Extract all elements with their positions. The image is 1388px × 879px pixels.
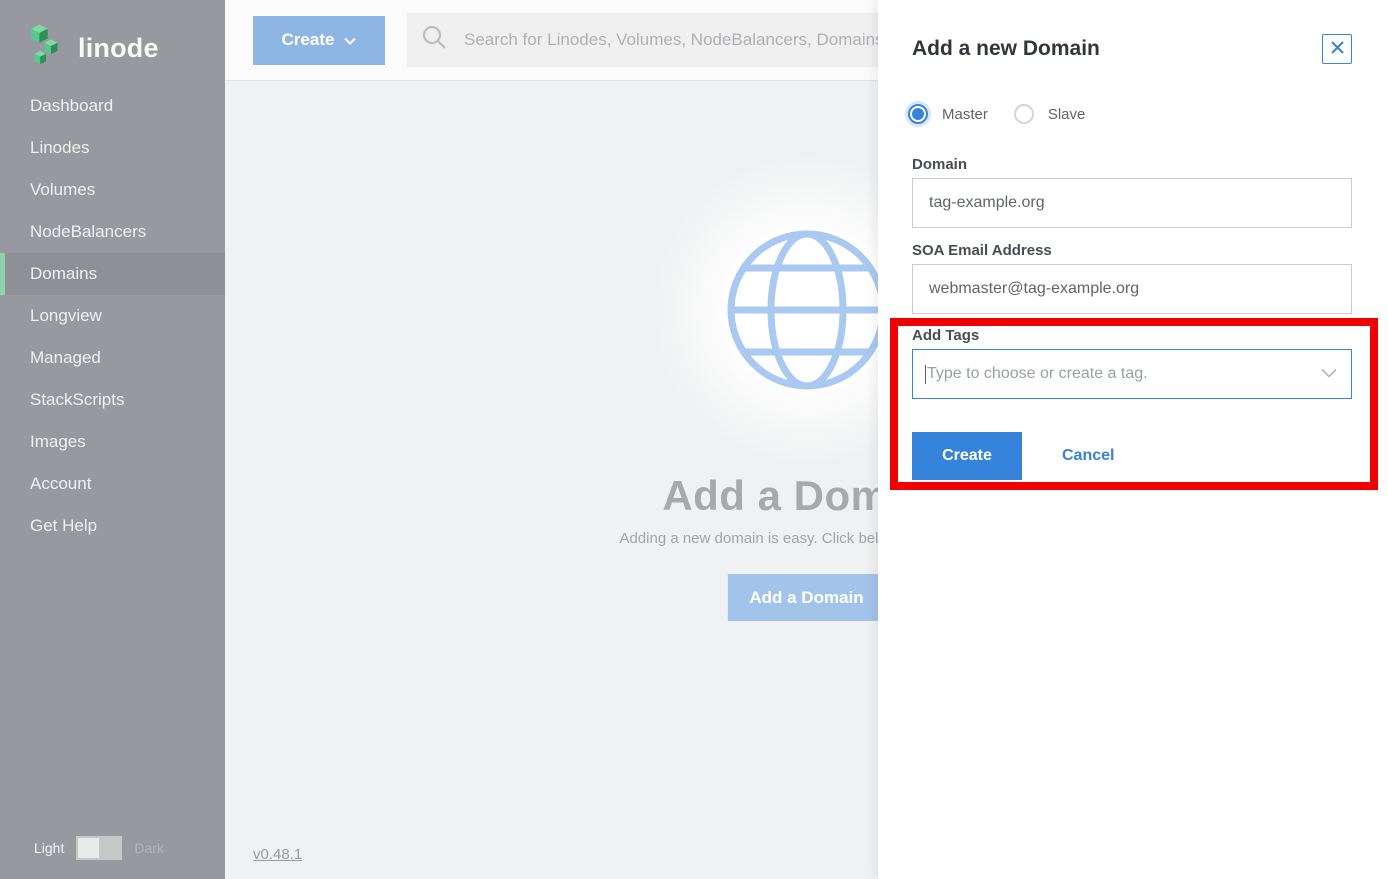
theme-toggle-switch[interactable] <box>76 836 122 860</box>
sidebar-item-managed[interactable]: Managed <box>0 337 225 379</box>
sidebar-item-domains[interactable]: Domains <box>0 253 225 295</box>
radio-selected-icon[interactable] <box>908 104 928 124</box>
add-tags-field-group: Add Tags Type to choose or create a tag. <box>912 327 1352 399</box>
radio-slave[interactable]: Slave <box>1014 104 1086 124</box>
sidebar-item-volumes[interactable]: Volumes <box>0 169 225 211</box>
domain-type-radio-group: Master Slave <box>908 104 1085 124</box>
soa-email-input[interactable] <box>912 264 1352 314</box>
sidebar-item-account[interactable]: Account <box>0 463 225 505</box>
radio-master-label: Master <box>942 106 988 123</box>
domain-field-label: Domain <box>912 156 1352 173</box>
version-link[interactable]: v0.48.1 <box>253 846 302 863</box>
theme-light-label: Light <box>34 840 64 856</box>
add-a-domain-button[interactable]: Add a Domain <box>727 574 885 621</box>
create-button-label: Create <box>282 30 335 50</box>
close-button[interactable] <box>1322 34 1352 64</box>
search-icon <box>421 24 448 56</box>
soa-email-field-group: SOA Email Address <box>912 242 1352 314</box>
sidebar-item-nodebalancers[interactable]: NodeBalancers <box>0 211 225 253</box>
radio-master[interactable]: Master <box>908 104 988 124</box>
chevron-down-icon <box>344 30 356 50</box>
logo-wordmark: linode <box>78 33 159 64</box>
sidebar-item-longview[interactable]: Longview <box>0 295 225 337</box>
sidebar-nav: Dashboard Linodes Volumes NodeBalancers … <box>0 85 225 547</box>
drawer-title: Add a new Domain <box>912 37 1100 61</box>
add-tags-input[interactable]: Type to choose or create a tag. <box>912 349 1352 399</box>
linode-logo-icon <box>26 23 66 74</box>
radio-unselected-icon[interactable] <box>1014 104 1034 124</box>
domain-field-group: Domain <box>912 156 1352 228</box>
sidebar-item-get-help[interactable]: Get Help <box>0 505 225 547</box>
add-tags-field-label: Add Tags <box>912 327 1352 344</box>
add-domain-drawer: Add a new Domain Master Slave Domain SOA… <box>878 0 1388 879</box>
sidebar-item-linodes[interactable]: Linodes <box>0 127 225 169</box>
radio-slave-label: Slave <box>1048 106 1086 123</box>
linode-logo[interactable]: linode <box>0 0 225 78</box>
soa-email-field-label: SOA Email Address <box>912 242 1352 259</box>
sidebar: linode Dashboard Linodes Volumes NodeBal… <box>0 0 225 879</box>
sidebar-item-images[interactable]: Images <box>0 421 225 463</box>
theme-toggle-knob <box>78 838 99 858</box>
theme-toggle-row: Light Dark <box>0 817 225 879</box>
drawer-create-button[interactable]: Create <box>912 432 1022 480</box>
drawer-actions: Create Cancel <box>912 432 1114 480</box>
create-button[interactable]: Create <box>253 16 385 65</box>
sidebar-item-stackscripts[interactable]: StackScripts <box>0 379 225 421</box>
domain-input[interactable] <box>912 178 1352 228</box>
theme-dark-label: Dark <box>134 840 164 856</box>
globe-icon <box>723 226 891 399</box>
sidebar-item-dashboard[interactable]: Dashboard <box>0 85 225 127</box>
chevron-down-icon[interactable] <box>1321 365 1337 383</box>
cancel-button[interactable]: Cancel <box>1062 447 1114 465</box>
close-icon <box>1330 40 1345 58</box>
add-tags-placeholder: Type to choose or create a tag. <box>927 365 1321 383</box>
text-cursor <box>925 365 926 384</box>
